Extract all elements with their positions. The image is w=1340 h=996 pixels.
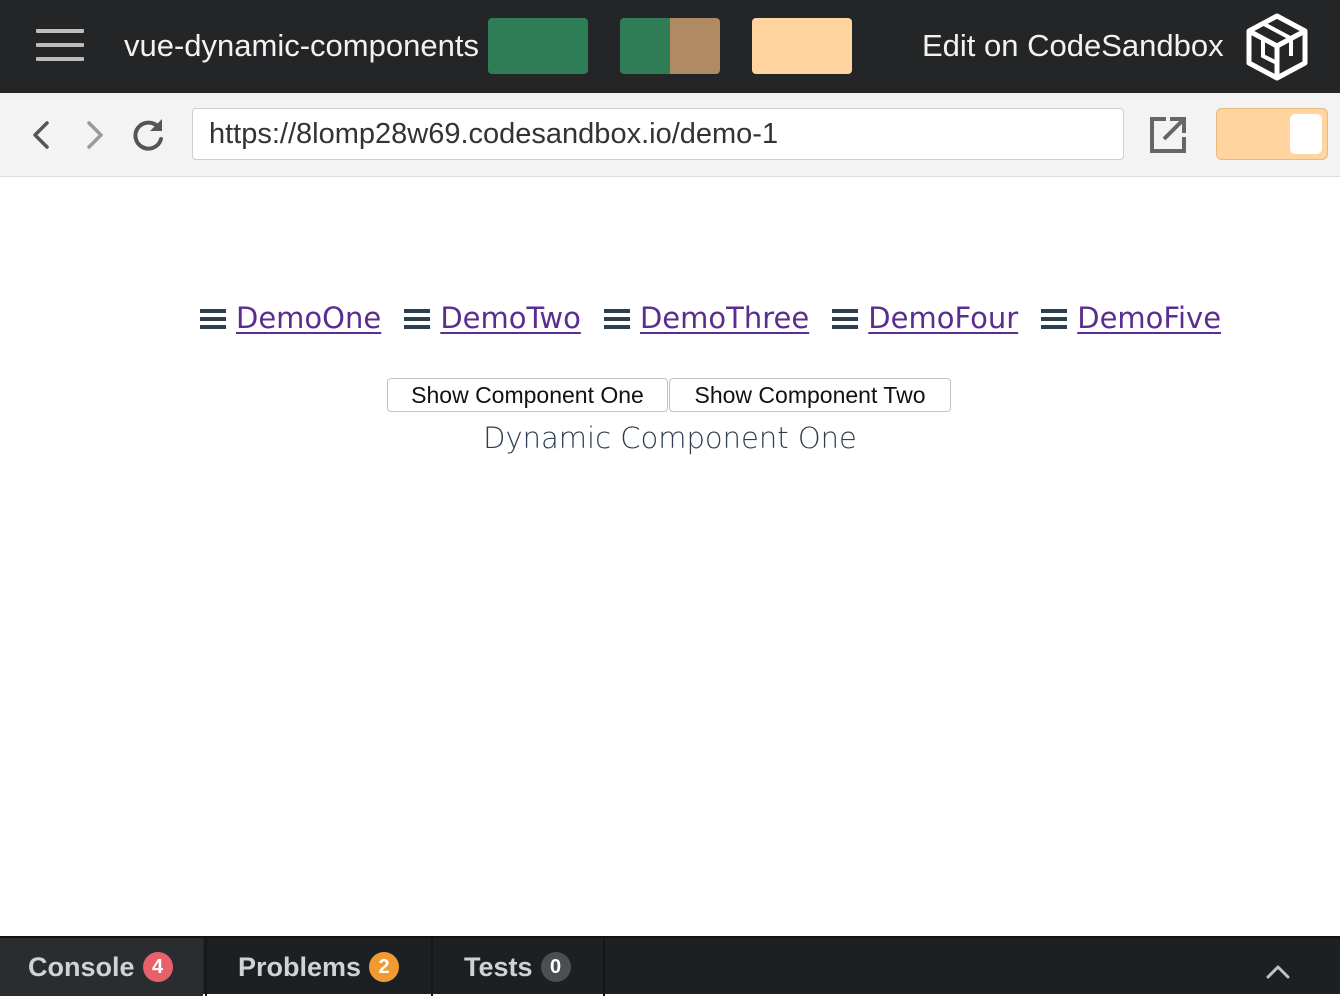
tab-label: Problems (238, 951, 362, 982)
preview-navigation-bar (0, 93, 1340, 177)
color-swatch-1[interactable] (488, 18, 588, 74)
swatch-half-left (620, 18, 670, 74)
show-component-two-button[interactable]: Show Component Two (669, 378, 951, 412)
demo-two-link[interactable]: DemoTwo (440, 301, 581, 335)
demo-nav-item: DemoThree (603, 296, 809, 340)
sandbox-header: vue-dynamic-components Edit on CodeSandb… (0, 0, 1340, 93)
open-in-new-window-icon[interactable] (1146, 113, 1190, 157)
hamburger-icon (404, 309, 431, 329)
demo-five-link[interactable]: DemoFive (1077, 301, 1221, 335)
demo-one-link[interactable]: DemoOne (236, 301, 381, 335)
demo-nav-item: DemoFive (1041, 296, 1221, 340)
devtools-bar: Console 4 Problems 2 Tests 0 (0, 936, 1340, 996)
preview-toggle[interactable] (1216, 108, 1328, 160)
color-swatch-2[interactable] (620, 18, 720, 74)
forward-icon[interactable] (74, 115, 114, 155)
menu-icon[interactable] (36, 29, 84, 63)
demo-navigation: DemoOne DemoTwo DemoThree DemoFour DemoF… (200, 296, 1239, 340)
hamburger-icon (200, 309, 226, 329)
component-button-row: Show Component One Show Component Two (387, 378, 951, 412)
demo-four-link[interactable]: DemoFour (868, 301, 1018, 335)
demo-three-link[interactable]: DemoThree (640, 301, 809, 335)
back-icon[interactable] (22, 115, 62, 155)
edit-on-codesandbox-link[interactable]: Edit on CodeSandbox (922, 26, 1224, 66)
hamburger-icon (1041, 309, 1068, 329)
tab-problems[interactable]: Problems 2 (205, 938, 431, 996)
demo-nav-item: DemoTwo (404, 296, 581, 340)
tab-label: Console (28, 951, 135, 982)
toggle-knob (1290, 114, 1322, 154)
tab-console[interactable]: Console 4 (0, 938, 203, 996)
codesandbox-cube-icon[interactable] (1245, 12, 1309, 82)
url-input[interactable] (192, 108, 1124, 160)
sandbox-title: vue-dynamic-components (124, 28, 479, 63)
swatch-half-right (670, 18, 720, 74)
demo-nav-item: DemoFour (832, 296, 1018, 340)
dynamic-component-text: Dynamic Component One (483, 421, 857, 455)
show-component-one-button[interactable]: Show Component One (387, 378, 668, 412)
reload-icon[interactable] (128, 115, 168, 155)
tab-tests[interactable]: Tests 0 (431, 938, 605, 996)
chevron-up-icon[interactable] (1264, 962, 1292, 980)
tab-label: Tests (464, 951, 533, 982)
problems-count-badge: 2 (369, 952, 400, 982)
demo-nav-item: DemoOne (200, 296, 381, 340)
hamburger-icon (603, 309, 630, 329)
tests-count-badge: 0 (540, 952, 571, 982)
console-count-badge: 4 (142, 952, 173, 982)
color-swatch-3[interactable] (752, 18, 852, 74)
preview-pane: DemoOne DemoTwo DemoThree DemoFour DemoF… (0, 178, 1340, 936)
hamburger-icon (832, 309, 859, 329)
